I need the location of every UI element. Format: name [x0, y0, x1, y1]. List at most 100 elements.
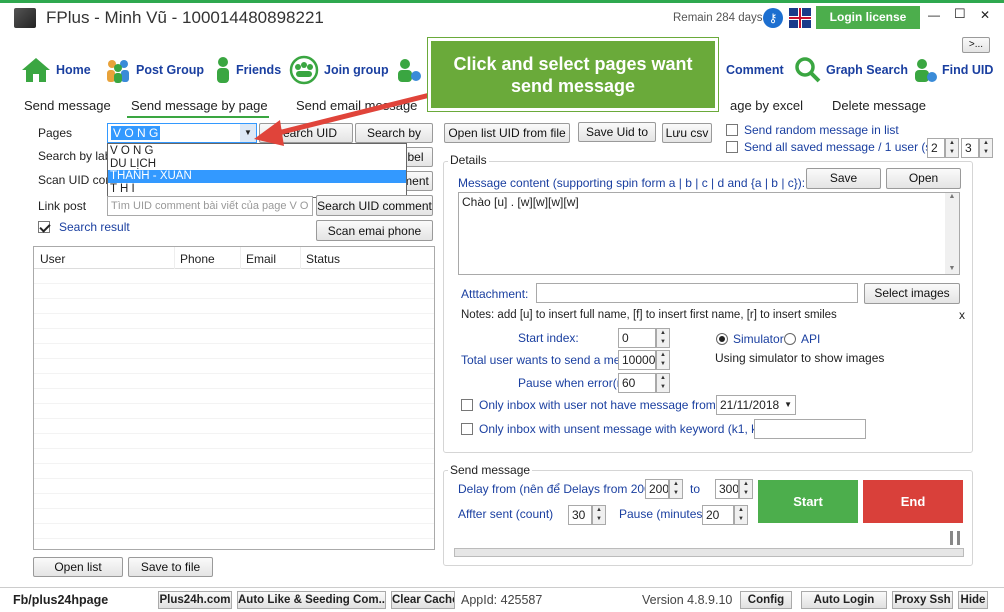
total-users-label: Total user wants to send a messa — [461, 353, 640, 367]
dropdown-option[interactable]: T H I — [108, 183, 406, 196]
nav-home[interactable]: Home — [20, 55, 91, 85]
status-bar-line — [0, 587, 1004, 588]
login-license-button[interactable]: Login license — [816, 6, 920, 29]
message-content-label: Message content (supporting spin form a … — [458, 176, 806, 190]
luu-csv-button[interactable]: Lưu csv — [662, 123, 712, 143]
proxy-ssh-button[interactable]: Proxy Ssh — [892, 591, 953, 609]
api-radio[interactable] — [784, 333, 796, 345]
pause-error-stepper[interactable]: ▲ ▼ — [656, 373, 670, 393]
start-index-input[interactable]: 0 — [618, 328, 656, 348]
save-to-file-button[interactable]: Save to file — [128, 557, 213, 577]
search-uid-comment-button[interactable]: Search UID comment — [316, 195, 433, 216]
remain-days: Remain 284 days — [673, 12, 763, 24]
saved-count-2-stepper[interactable]: ▲ ▼ — [979, 138, 993, 158]
scan-email-phone-button[interactable]: Scan emai phone — [316, 220, 433, 241]
callout-arrow — [254, 87, 451, 146]
open-uid-file-button[interactable]: Open list UID from file — [444, 123, 570, 143]
find-uid-icon — [915, 59, 937, 82]
key-icon[interactable]: ⚷ — [763, 8, 783, 28]
auto-like-button[interactable]: Auto Like & Seeding Com... — [237, 591, 386, 609]
search-icon — [795, 57, 821, 83]
simulator-note: Using simulator to show images — [715, 351, 885, 365]
pause-error-input[interactable]: 60 — [618, 373, 656, 393]
tab-send-message[interactable]: Send message — [24, 98, 111, 113]
date-picker[interactable]: 21/11/2018 ▼ — [716, 395, 796, 415]
total-users-stepper[interactable]: ▲ ▼ — [656, 350, 670, 370]
saved-count-1[interactable]: 2 — [927, 138, 945, 158]
saved-count-1-stepper[interactable]: ▲ ▼ — [945, 138, 959, 158]
nav-comment[interactable]: Comment — [726, 55, 784, 85]
after-sent-label: Affter sent (count) — [458, 507, 554, 521]
simulator-radio[interactable] — [716, 333, 728, 345]
nav-graph-search[interactable]: Graph Search — [794, 55, 908, 85]
pause-icon[interactable] — [950, 531, 960, 545]
keyword-input[interactable] — [754, 419, 866, 439]
saved-count-2[interactable]: 3 — [961, 138, 979, 158]
uk-flag-icon[interactable] — [789, 8, 811, 28]
delay-from-stepper[interactable]: ▲ ▼ — [669, 479, 683, 499]
fb-page-link[interactable]: Fb/plus24hpage — [13, 593, 108, 607]
table-header-user[interactable]: User — [40, 252, 65, 266]
table-header-status[interactable]: Status — [306, 252, 340, 266]
maximize-button[interactable]: ☐ — [954, 6, 966, 22]
app-id: AppId: 425587 — [461, 593, 543, 607]
notes-close-icon[interactable]: x — [959, 308, 965, 322]
config-button[interactable]: Config — [740, 591, 792, 609]
pages-select[interactable]: V O N G ▼ — [107, 123, 257, 143]
message-content-textarea[interactable]: Chào [u] . [w][w][w][w] ▲ ▼ — [458, 192, 960, 275]
all-saved-message-checkbox[interactable] — [726, 141, 738, 153]
total-users-input[interactable]: 10000 — [618, 350, 656, 370]
attachment-input[interactable] — [536, 283, 858, 303]
start-index-label: Start index: — [518, 331, 579, 345]
pause-minutes-input[interactable]: 20 — [702, 505, 734, 525]
nav-post-group[interactable]: Post Group — [104, 55, 204, 85]
delay-from-input[interactable]: 200 — [645, 479, 669, 499]
table-rows — [34, 269, 434, 549]
auto-login-button[interactable]: Auto Login — [801, 591, 887, 609]
only-unsent-checkbox[interactable] — [461, 423, 473, 435]
clear-cache-button[interactable]: Clear Cache — [391, 591, 455, 609]
search-result-checkbox[interactable] — [38, 221, 50, 233]
end-button[interactable]: End — [863, 480, 963, 523]
minimize-button[interactable]: — — [928, 8, 940, 22]
pause-minutes-stepper[interactable]: ▲ ▼ — [734, 505, 748, 525]
only-inbox-checkbox[interactable] — [461, 399, 473, 411]
progress-bar — [454, 548, 964, 557]
hide-button[interactable]: Hide — [958, 591, 988, 609]
top-accent-line — [0, 0, 1004, 3]
save-message-button[interactable]: Save — [806, 168, 881, 189]
random-message-label: Send random message in list — [744, 123, 899, 137]
tab-send-by-excel[interactable]: age by excel — [730, 98, 803, 113]
nav-find-uid[interactable]: Find UID — [912, 55, 993, 85]
send-message-title: Send message — [448, 463, 533, 477]
open-message-button[interactable]: Open — [886, 168, 961, 189]
table-header-email[interactable]: Email — [246, 252, 276, 266]
all-saved-message-label: Send all saved message / 1 user (s) — [744, 140, 936, 154]
select-images-button[interactable]: Select images — [864, 283, 960, 304]
scan-uid-comment-label: Scan UID com — [38, 173, 116, 187]
start-index-stepper[interactable]: ▲ ▼ — [656, 328, 670, 348]
link-post-input[interactable]: Tìm UID comment bài viết của page V O I — [107, 196, 313, 216]
textarea-scrollbar[interactable]: ▲ ▼ — [945, 193, 959, 274]
window-title: FPlus - Minh Vũ - 100014480898221 — [46, 8, 324, 27]
user-table[interactable]: User Phone Email Status — [33, 246, 435, 550]
save-uid-button[interactable]: Save Uid to — [578, 122, 656, 142]
close-window-button[interactable]: ✕ — [980, 8, 990, 22]
dropdown-option-selected[interactable]: THÀNH - XUÂN — [108, 170, 406, 183]
random-message-checkbox[interactable] — [726, 124, 738, 136]
pause-minutes-label: Pause (minutes) — [619, 507, 707, 521]
more-button[interactable]: >... — [962, 37, 990, 53]
after-sent-stepper[interactable]: ▲ ▼ — [592, 505, 606, 525]
link-post-label: Link post — [38, 199, 87, 213]
plus24h-button[interactable]: Plus24h.com — [158, 591, 232, 609]
open-list-button[interactable]: Open list — [33, 557, 123, 577]
pause-error-label: Pause when error(m) — [518, 376, 631, 390]
table-header-phone[interactable]: Phone — [180, 252, 215, 266]
delay-to-stepper[interactable]: ▲ ▼ — [739, 479, 753, 499]
api-label: API — [801, 332, 821, 346]
delay-to-input[interactable]: 300 — [715, 479, 739, 499]
start-button[interactable]: Start — [758, 480, 858, 523]
after-sent-input[interactable]: 30 — [568, 505, 592, 525]
group-icon — [107, 60, 129, 83]
tab-delete-message[interactable]: Delete message — [832, 98, 926, 113]
